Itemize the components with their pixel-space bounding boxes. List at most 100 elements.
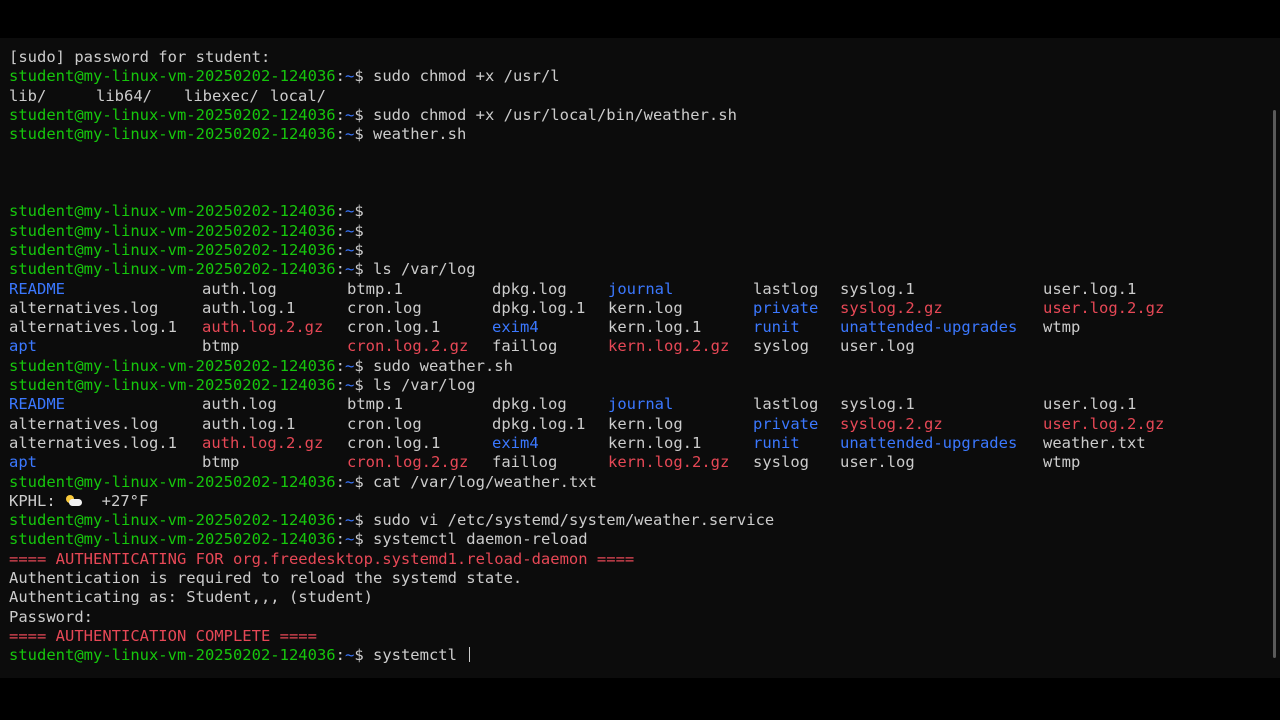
- prompt-line: student@my-linux-vm-20250202-124036:~$: [9, 241, 1266, 260]
- prompt-symbol: $: [354, 356, 373, 375]
- command-text: sudo vi /etc/systemd/system/weather.serv…: [372, 511, 775, 530]
- ls-entry: faillog: [492, 453, 558, 472]
- terminal-window[interactable]: [sudo] password for student: student@my-…: [0, 38, 1280, 678]
- prompt-line: student@my-linux-vm-20250202-124036:~$ l…: [9, 376, 1266, 395]
- command-text: ls /var/log: [372, 376, 476, 395]
- command-text: cat /var/log/weather.txt: [372, 472, 597, 491]
- ls-entry: btmp.1: [347, 279, 403, 298]
- prompt-symbol: $: [354, 646, 373, 665]
- prompt-symbol: $: [354, 105, 373, 124]
- ls-entry: btmp.1: [347, 395, 403, 414]
- prompt-line: student@my-linux-vm-20250202-124036:~$ w…: [9, 125, 1266, 144]
- prompt-user-host: student@my-linux-vm-20250202-124036: [9, 530, 336, 549]
- tab-completion-line: lib/lib64/libexec/local/: [9, 87, 1266, 106]
- prompt-path: ~: [344, 472, 355, 491]
- auth-complete: ==== AUTHENTICATION COMPLETE ====: [9, 626, 317, 645]
- completion-lib: lib/: [9, 86, 47, 105]
- ls-entry: alternatives.log.1: [9, 433, 177, 452]
- command-text: sudo chmod +x /usr/l: [372, 67, 560, 86]
- command-text: weather.sh: [372, 125, 467, 144]
- ls-entry: apt: [9, 453, 37, 472]
- prompt-user-host: student@my-linux-vm-20250202-124036: [9, 202, 336, 221]
- ls-entry: auth.log: [202, 279, 277, 298]
- prompt-user-host: student@my-linux-vm-20250202-124036: [9, 240, 336, 259]
- ls-entry: syslog: [753, 453, 809, 472]
- prompt-path: ~: [344, 376, 355, 395]
- password-prompt: Password:: [9, 607, 93, 626]
- prompt-path: ~: [344, 530, 355, 549]
- prompt-separator: :: [335, 67, 345, 86]
- ls-output: README auth.log btmp.1 dpkg.log journal lastl…: [9, 280, 1266, 357]
- prompt-user-host: student@my-linux-vm-20250202-124036: [9, 105, 336, 124]
- ls-entry: README: [9, 395, 65, 414]
- prompt-separator: :: [335, 202, 345, 221]
- ls-entry: cron.log.2.gz: [347, 337, 469, 356]
- ls-entry: cron.log.1: [347, 318, 441, 337]
- prompt-symbol: $: [354, 125, 373, 144]
- prompt-symbol: $: [354, 221, 373, 240]
- ls-entry: dpkg.log.1: [492, 414, 586, 433]
- sudo-password-text: [sudo] password for student:: [9, 48, 271, 66]
- prompt-separator: :: [335, 240, 345, 259]
- prompt-path: ~: [344, 260, 355, 279]
- auth-user-message: Authenticating as: Student,,, (student): [9, 588, 373, 607]
- prompt-separator: :: [335, 646, 345, 665]
- ls-row: apt btmp cron.log.2.gz faillog kern.log.2.gz…: [9, 453, 1266, 472]
- command-text: sudo chmod +x /usr/local/bin/weather.sh: [372, 105, 737, 124]
- ls-entry: faillog: [492, 337, 558, 356]
- prompt-symbol: $: [354, 530, 373, 549]
- prompt-path: ~: [344, 125, 355, 144]
- prompt-path: ~: [344, 646, 355, 665]
- ls-entry: alternatives.log.1: [9, 318, 177, 337]
- prompt-separator: :: [335, 472, 345, 491]
- terminal-scrollbar[interactable]: [1273, 110, 1276, 658]
- prompt-symbol: $: [354, 376, 373, 395]
- prompt-path: ~: [344, 202, 355, 221]
- ls-output: README auth.log btmp.1 dpkg.log journal lastl…: [9, 395, 1266, 472]
- ls-entry: lastlog: [753, 279, 819, 298]
- ls-entry: unattended-upgrades: [840, 433, 1018, 452]
- prompt-user-host: student@my-linux-vm-20250202-124036: [9, 125, 336, 144]
- ls-entry: dpkg.log.1: [492, 298, 586, 317]
- ls-entry: alternatives.log: [9, 414, 159, 433]
- prompt-user-host: student@my-linux-vm-20250202-124036: [9, 221, 336, 240]
- ls-entry: kern.log.1: [608, 318, 702, 337]
- prompt-user-host: student@my-linux-vm-20250202-124036: [9, 356, 336, 375]
- weather-station: KPHL:: [9, 491, 65, 510]
- ls-row: README auth.log btmp.1 dpkg.log journal lastl…: [9, 280, 1266, 299]
- prompt-symbol: $: [354, 67, 373, 86]
- command-text: ls /var/log: [372, 260, 476, 279]
- prompt-separator: :: [335, 511, 345, 530]
- prompt-separator: :: [335, 356, 345, 375]
- prompt-separator: :: [335, 125, 345, 144]
- ls-entry: syslog: [753, 337, 809, 356]
- prompt-line: student@my-linux-vm-20250202-124036:~$ c…: [9, 473, 1266, 492]
- ls-entry: cron.log: [347, 414, 422, 433]
- ls-entry: kern.log.1: [608, 433, 702, 452]
- ls-entry: unattended-upgrades: [840, 318, 1018, 337]
- prompt-path: ~: [344, 221, 355, 240]
- prompt-user-host: student@my-linux-vm-20250202-124036: [9, 260, 336, 279]
- prompt-symbol: $: [354, 472, 373, 491]
- ls-entry: weather.txt: [1043, 433, 1146, 452]
- weather-temperature: +27°F: [101, 491, 149, 510]
- ls-entry: runit: [753, 318, 800, 337]
- prompt-user-host: student@my-linux-vm-20250202-124036: [9, 67, 336, 86]
- ls-entry: alternatives.log: [9, 298, 159, 317]
- ls-row: alternatives.log auth.log.1 cron.log dpkg.l…: [9, 415, 1266, 434]
- ls-entry: journal: [608, 279, 674, 298]
- ls-entry: syslog.2.gz: [840, 414, 943, 433]
- prompt-symbol: $: [354, 202, 373, 221]
- prompt-user-host: student@my-linux-vm-20250202-124036: [9, 376, 336, 395]
- auth-required-message: Authentication is required to reload the…: [9, 569, 523, 588]
- prompt-line: student@my-linux-vm-20250202-124036:~$: [9, 202, 1266, 221]
- ls-entry: lastlog: [753, 395, 819, 414]
- command-text: sudo weather.sh: [372, 356, 513, 375]
- ls-entry: journal: [608, 395, 674, 414]
- command-text: systemctl: [372, 646, 467, 665]
- prompt-path: ~: [344, 105, 355, 124]
- current-prompt-line[interactable]: student@my-linux-vm-20250202-124036:~$ s…: [9, 646, 1266, 665]
- ls-entry: syslog.1: [840, 279, 915, 298]
- prompt-user-host: student@my-linux-vm-20250202-124036: [9, 472, 336, 491]
